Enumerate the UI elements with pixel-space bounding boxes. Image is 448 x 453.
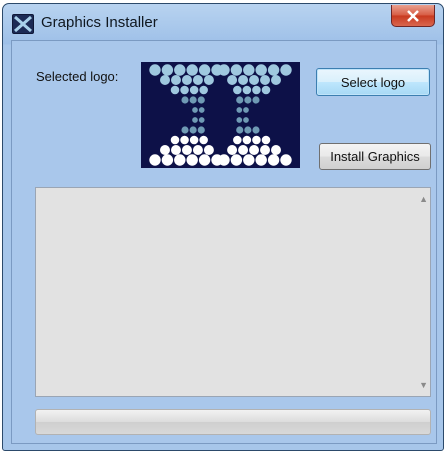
logo-dot — [180, 85, 189, 95]
logo-dot — [198, 117, 205, 123]
logo-dot — [233, 135, 242, 145]
close-button[interactable] — [391, 5, 435, 27]
logo-preview — [141, 62, 300, 168]
logo-dot — [197, 126, 205, 134]
logo-dot — [198, 154, 211, 166]
logo-dot — [192, 117, 198, 123]
logo-dot — [236, 126, 244, 134]
logo-dot — [233, 85, 242, 95]
logo-dot — [260, 145, 271, 155]
logo-dot — [203, 145, 214, 155]
logo-dot — [249, 145, 260, 155]
close-icon — [407, 9, 419, 22]
logo-dot — [255, 64, 267, 76]
logo-dot — [261, 85, 271, 95]
logo-dot — [160, 75, 170, 85]
logo-dot — [198, 64, 211, 76]
logo-dot — [149, 154, 161, 166]
logo-x-image — [149, 64, 292, 166]
logo-dot — [267, 64, 280, 76]
logo-dot — [161, 154, 174, 166]
logo-dot — [149, 64, 161, 76]
logo-dot — [161, 64, 174, 76]
logo-dot — [181, 145, 192, 155]
logo-dot — [242, 85, 252, 95]
logo-dot — [186, 154, 198, 166]
logo-dot — [189, 135, 199, 145]
logo-dot — [271, 145, 281, 155]
logo-dot — [189, 96, 197, 104]
logo-dot — [260, 75, 271, 85]
logo-dot — [160, 145, 170, 155]
logo-dot — [199, 85, 208, 95]
logo-dot — [236, 107, 243, 113]
logo-dot — [280, 154, 292, 166]
logo-dot — [242, 135, 252, 145]
log-textarea[interactable]: ▲ ▼ — [35, 187, 431, 397]
logo-dot — [181, 96, 189, 104]
scroll-up-arrow-icon[interactable]: ▲ — [419, 194, 428, 204]
logo-dot — [181, 75, 192, 85]
install-graphics-button[interactable]: Install Graphics — [319, 143, 431, 170]
window-title: Graphics Installer — [41, 14, 158, 31]
logo-dot — [170, 135, 180, 145]
logo-dot — [280, 64, 292, 76]
logo-dot — [236, 96, 244, 104]
logo-dot — [244, 96, 252, 104]
logo-dot — [170, 75, 181, 85]
logo-dot — [170, 145, 181, 155]
scroll-down-arrow-icon[interactable]: ▼ — [419, 380, 428, 390]
logo-dot — [199, 135, 208, 145]
logo-dot — [218, 64, 230, 76]
app-logo-icon — [12, 14, 34, 34]
progress-bar — [35, 409, 431, 435]
logo-dot — [243, 107, 249, 113]
selected-logo-label: Selected logo: — [36, 69, 119, 84]
logo-dot — [174, 154, 186, 166]
logo-dot — [227, 75, 238, 85]
logo-dot — [197, 96, 205, 104]
logo-dot — [238, 145, 249, 155]
logo-dot — [180, 135, 189, 145]
logo-dot — [244, 126, 252, 134]
logo-dot — [236, 117, 243, 123]
logo-dot — [174, 64, 186, 76]
logo-dot — [238, 75, 249, 85]
logo-dot — [203, 75, 214, 85]
logo-dot — [186, 64, 198, 76]
logo-dot — [189, 85, 199, 95]
logo-dot — [198, 107, 205, 113]
logo-dot — [271, 75, 281, 85]
logo-dot — [230, 154, 243, 166]
logo-dot — [261, 135, 271, 145]
logo-dot — [243, 154, 255, 166]
client-area: Selected logo: Select logo Install Graph… — [11, 40, 437, 444]
select-logo-button[interactable]: Select logo — [316, 68, 430, 96]
installer-window: Graphics Installer Selected logo: Select… — [2, 3, 444, 451]
logo-dot — [192, 107, 198, 113]
logo-dot — [243, 117, 249, 123]
logo-dot — [252, 135, 261, 145]
logo-dot — [189, 126, 197, 134]
logo-dot — [249, 75, 260, 85]
title-bar[interactable]: Graphics Installer — [3, 4, 443, 40]
logo-dot — [230, 64, 243, 76]
logo-dot — [192, 75, 203, 85]
logo-dot — [170, 85, 180, 95]
logo-dot — [252, 126, 260, 134]
logo-dot — [267, 154, 280, 166]
logo-dot — [252, 96, 260, 104]
logo-dot — [243, 64, 255, 76]
logo-dot — [218, 154, 230, 166]
logo-dot — [252, 85, 261, 95]
logo-dot — [181, 126, 189, 134]
logo-dot — [227, 145, 238, 155]
logo-dot — [255, 154, 267, 166]
logo-dot — [192, 145, 203, 155]
